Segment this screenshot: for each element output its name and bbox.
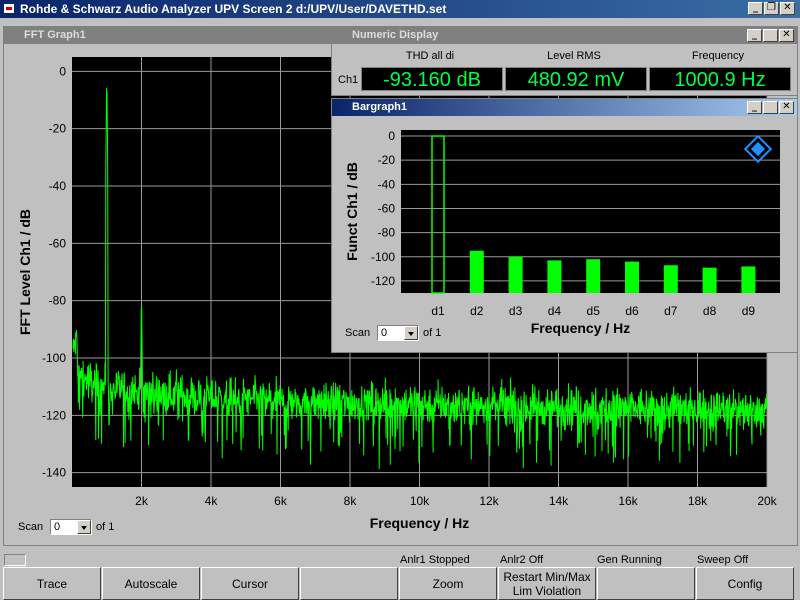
bargraph-plot[interactable]: d1 d2 d3 d4 d5 d6 d7 d8 d9 0 -20 -40 -60 -80 -100 -120 F… xyxy=(332,99,797,352)
fft-xaxis-label: Frequency / Hz xyxy=(370,515,470,531)
minimize-button[interactable]: _ xyxy=(748,2,763,15)
bar-category-label: d4 xyxy=(548,304,562,318)
status-indicator xyxy=(4,554,26,566)
fft-xtick-label: 2k xyxy=(135,494,149,508)
bar-ytick-label: -120 xyxy=(371,274,395,288)
bar-ytick-label: 0 xyxy=(388,129,395,143)
fft-ytick-label: -40 xyxy=(49,179,67,193)
zoom-button[interactable]: Zoom xyxy=(399,567,497,600)
trace-button[interactable]: Trace xyxy=(3,567,101,600)
thd-value: -93.160 dB xyxy=(361,67,503,91)
bar-ytick-label: -60 xyxy=(378,201,396,215)
fft-scan-value: 0 xyxy=(54,521,61,533)
bar-category-label: d1 xyxy=(431,304,445,318)
fft-scan-label: Scan xyxy=(18,521,44,533)
sweep-status: Sweep Off xyxy=(697,554,749,566)
softkey-bar: Trace Autoscale Cursor Zoom Restart Min/… xyxy=(0,567,800,600)
bar-scan-value: 0 xyxy=(381,327,388,339)
numeric-minimize-button[interactable]: _ xyxy=(747,29,762,42)
fft-xtick-label: 18k xyxy=(688,494,708,508)
fft-yaxis-label: FFT Level Ch1 / dB xyxy=(17,209,33,335)
bar-category-label: d9 xyxy=(742,304,756,318)
numeric-display-window[interactable]: Numeric Display _ ✕ Ch1 THD all di Level… xyxy=(331,26,798,96)
bar-d8 xyxy=(702,267,717,293)
cursor-button[interactable]: Cursor xyxy=(201,567,299,600)
anlr2-status: Anlr2 Off xyxy=(500,554,544,566)
bar-ytick-label: -20 xyxy=(378,153,396,167)
maximize-button[interactable]: ❐ xyxy=(764,2,779,15)
fft-ytick-label: 0 xyxy=(59,64,66,78)
bar-yaxis-label: Funct Ch1 / dB xyxy=(344,162,360,261)
app-icon xyxy=(3,3,15,14)
bar-d5 xyxy=(586,259,601,293)
numeric-window-title: Numeric Display xyxy=(352,29,439,41)
frequency-header: Frequency xyxy=(692,50,744,62)
bar-ytick-label: -40 xyxy=(378,177,396,191)
fft-ytick-label: -120 xyxy=(42,408,66,422)
bar-category-label: d6 xyxy=(625,304,639,318)
bar-d7 xyxy=(663,265,678,293)
empty-softkey-1[interactable] xyxy=(300,567,398,600)
close-button[interactable]: ✕ xyxy=(780,2,795,15)
fft-ytick-label: -100 xyxy=(42,351,66,365)
fft-scan-of: of 1 xyxy=(96,521,115,533)
anlr1-status: Anlr1 Stopped xyxy=(400,554,470,566)
fft-xtick-label: 4k xyxy=(205,494,219,508)
bar-xaxis-label: Frequency / Hz xyxy=(531,320,631,336)
fft-xtick-label: 14k xyxy=(549,494,569,508)
fft-ytick-label: -80 xyxy=(49,294,67,308)
chevron-down-icon[interactable] xyxy=(77,520,91,534)
app-title: Rohde & Schwarz Audio Analyzer UPV Scree… xyxy=(20,2,447,16)
bar-category-label: d8 xyxy=(703,304,717,318)
fft-scan-select[interactable]: 0 xyxy=(50,519,92,535)
empty-softkey-2[interactable] xyxy=(597,567,695,600)
numeric-maximize-button[interactable] xyxy=(763,29,778,42)
bar-category-label: d5 xyxy=(587,304,601,318)
app-titlebar: Rohde & Schwarz Audio Analyzer UPV Scree… xyxy=(0,0,800,18)
frequency-value: 1000.9 Hz xyxy=(649,67,791,91)
channel-label: Ch1 xyxy=(338,74,359,86)
fft-xtick-label: 12k xyxy=(479,494,499,508)
bar-d4 xyxy=(547,260,562,293)
fft-ytick-label: -60 xyxy=(49,236,67,250)
numeric-window-titlebar[interactable]: Numeric Display _ ✕ xyxy=(332,27,797,44)
fft-xtick-label: 10k xyxy=(410,494,430,508)
bar-scan-select[interactable]: 0 xyxy=(377,325,419,341)
bar-ytick-label: -100 xyxy=(371,250,395,264)
bar-category-label: d7 xyxy=(664,304,678,318)
bar-d6 xyxy=(625,261,639,293)
bar-d9 xyxy=(741,266,756,293)
bar-ytick-label: -80 xyxy=(378,226,396,240)
bar-category-label: d3 xyxy=(509,304,523,318)
bargraph-window[interactable]: Bargraph1 _ ✕ d1 d2 d3 d4 d5 d6 d7 d8 d9 0 -20 -40-… xyxy=(331,98,798,353)
bar-scan-label: Scan xyxy=(345,327,371,339)
fft-xtick-label: 20k xyxy=(757,494,777,508)
fft-ytick-label: -140 xyxy=(42,466,66,480)
level-header: Level RMS xyxy=(547,50,601,62)
fft-xtick-label: 16k xyxy=(618,494,638,508)
fft-scan-control: Scan 0 of 1 xyxy=(18,519,148,537)
config-button[interactable]: Config xyxy=(696,567,794,600)
autoscale-button[interactable]: Autoscale xyxy=(102,567,200,600)
bar-d3 xyxy=(508,256,523,293)
status-bar: Anlr1 Stopped Anlr2 Off Gen Running Swee… xyxy=(0,553,800,567)
gen-status: Gen Running xyxy=(597,554,662,566)
fft-xtick-label: 6k xyxy=(274,494,288,508)
chevron-down-icon[interactable] xyxy=(404,326,418,340)
bar-d2 xyxy=(469,250,484,293)
level-value: 480.92 mV xyxy=(505,67,647,91)
fft-ytick-label: -20 xyxy=(49,122,67,136)
bar-scan-of: of 1 xyxy=(423,327,442,339)
fft-xtick-label: 8k xyxy=(344,494,358,508)
bar-category-label: d2 xyxy=(470,304,484,318)
restart-minmax-button[interactable]: Restart Min/Max Lim Violation xyxy=(498,567,596,600)
thd-header: THD all di xyxy=(405,50,455,62)
bar-scan-control: Scan 0 of 1 xyxy=(345,325,475,343)
numeric-close-button[interactable]: ✕ xyxy=(779,29,794,42)
